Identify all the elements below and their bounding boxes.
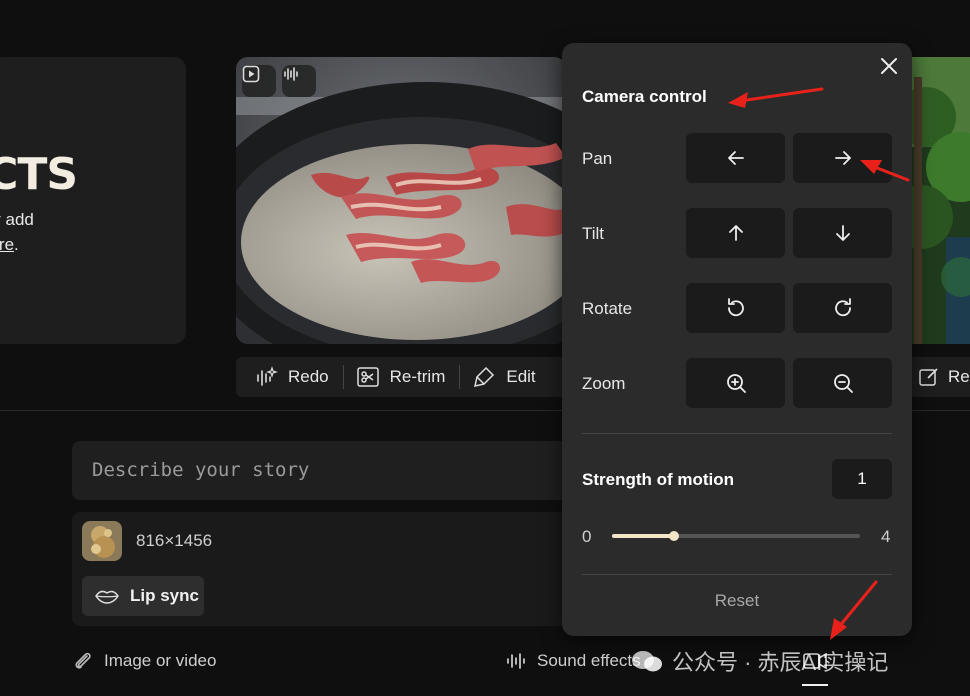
rotate-cw-icon: [834, 298, 851, 317]
edit-button[interactable]: Edit: [472, 365, 549, 389]
toolbar-divider: [342, 365, 344, 389]
wechat-icon: [632, 651, 662, 672]
pan-left-button[interactable]: [686, 133, 785, 183]
right-video-toolbar[interactable]: Re: [908, 357, 970, 397]
sparkle-wave-icon: [257, 366, 278, 386]
paperclip-icon: [75, 652, 91, 669]
arrow-right-icon: [834, 151, 851, 165]
retrim-label: Re-trim: [389, 367, 446, 386]
reference-thumbnail[interactable]: [82, 521, 122, 561]
arrow-left-icon: [727, 151, 744, 165]
edit-square-icon: [919, 368, 938, 386]
thumbnail-image: [82, 521, 122, 561]
rotate-clockwise-button[interactable]: [793, 283, 892, 333]
toolbar-divider: [459, 365, 461, 389]
strength-slider[interactable]: [612, 531, 860, 541]
tilt-up-button[interactable]: [686, 208, 785, 258]
effects-promo-card[interactable]: FECTS sly add here.: [0, 57, 186, 344]
lip-sync-button[interactable]: Lip sync: [82, 576, 204, 616]
attachment-panel: 816×1456 Lip sync: [72, 512, 582, 626]
retrim-button[interactable]: Re-trim: [356, 365, 460, 389]
audio-wave-button[interactable]: [282, 65, 316, 97]
rotate-label: Rotate: [582, 299, 633, 318]
panel-divider: [582, 574, 892, 575]
promo-title: FECTS: [0, 149, 78, 200]
zoom-out-button[interactable]: [793, 358, 892, 408]
media-dimensions: 816×1456: [136, 531, 213, 550]
rotate-ccw-icon: [727, 298, 744, 317]
promo-text-line-1: sly add: [0, 210, 34, 229]
pan-label: Pan: [582, 149, 613, 168]
video-actions-toolbar: Redo Re-trim Edit: [236, 357, 576, 397]
promo-line2-suffix: .: [14, 235, 19, 254]
rotate-counterclockwise-button[interactable]: [686, 283, 785, 333]
forest-preview-image[interactable]: [906, 57, 970, 344]
slider-fill: [612, 534, 674, 538]
story-prompt-input[interactable]: [92, 459, 562, 481]
zoom-in-icon: [726, 374, 746, 393]
zoom-in-button[interactable]: [686, 358, 785, 408]
forest-image: [906, 57, 970, 344]
brush-icon: [474, 366, 495, 387]
promo-link[interactable]: here: [0, 235, 14, 254]
zoom-label: Zoom: [582, 374, 626, 393]
arrow-down-icon: [835, 225, 850, 241]
strength-value-input[interactable]: 1: [832, 459, 892, 499]
panel-divider: [582, 433, 892, 434]
sound-wave-icon: [507, 653, 525, 669]
play-preview-button[interactable]: [242, 65, 276, 97]
panel-title: Camera control: [582, 87, 707, 106]
sound-effects-button[interactable]: Sound effects: [505, 650, 641, 672]
video-preview[interactable]: [236, 57, 566, 344]
pan-right-button[interactable]: [793, 133, 892, 183]
image-or-video-button[interactable]: Image or video: [72, 650, 216, 672]
close-panel-button[interactable]: [878, 55, 900, 77]
active-tab-indicator: [802, 684, 828, 686]
reset-button[interactable]: Reset: [562, 591, 912, 611]
slider-min-label: 0: [582, 527, 592, 546]
lip-sync-label: Lip sync: [130, 586, 199, 605]
strength-label: Strength of motion: [582, 470, 735, 489]
bacon-pan-image: [236, 57, 566, 344]
watermark: 公众号 · 赤辰AI实操记: [630, 645, 888, 677]
close-icon: [881, 58, 897, 74]
right-toolbar-label: Re: [948, 367, 970, 386]
lips-icon: [95, 590, 119, 604]
edit-label: Edit: [506, 367, 536, 386]
promo-text-line-2: here.: [0, 235, 19, 255]
camera-control-panel: Camera control Pan Tilt Rotate Zoom Stre…: [562, 43, 912, 636]
slider-max-label: 4: [881, 527, 891, 546]
watermark-text: 公众号 · 赤辰AI实操记: [672, 650, 889, 675]
play-icon: [242, 65, 260, 83]
redo-label: Redo: [288, 367, 329, 386]
redo-button[interactable]: Redo: [254, 365, 343, 389]
tilt-down-button[interactable]: [793, 208, 892, 258]
slider-thumb[interactable]: [669, 531, 679, 541]
sound-wave-icon: [284, 67, 298, 81]
prompt-box: [72, 441, 582, 500]
image-or-video-label: Image or video: [104, 651, 217, 670]
arrow-up-icon: [728, 225, 743, 241]
tilt-label: Tilt: [582, 224, 605, 243]
scissors-icon: [356, 367, 379, 387]
zoom-out-icon: [833, 374, 853, 393]
sound-effects-label: Sound effects: [537, 651, 641, 670]
